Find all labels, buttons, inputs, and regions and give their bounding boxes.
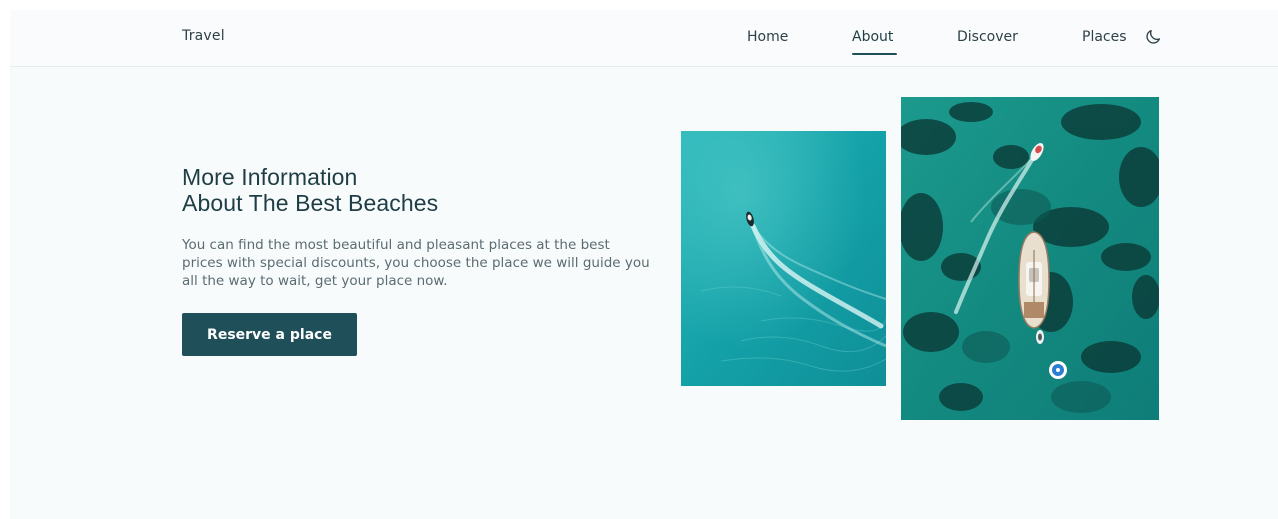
hero-description: You can find the most beautiful and plea… [182,237,650,289]
moon-icon[interactable] [1144,28,1162,46]
hero-title-line2: About The Best Beaches [182,190,439,216]
page: Travel Home About Discover Places More I… [10,10,1278,519]
hero-title: More Information About The Best Beaches [182,164,438,216]
beach-image-large [901,97,1159,420]
hero-title-line1: More Information [182,164,358,190]
nav-about[interactable]: About [852,29,893,45]
beach-image-small [681,131,886,386]
nav-home[interactable]: Home [747,29,788,45]
nav-places[interactable]: Places [1082,29,1127,45]
nav-discover[interactable]: Discover [957,29,1018,45]
nav-active-underline [852,53,897,55]
logo[interactable]: Travel [182,28,225,44]
reserve-button[interactable]: Reserve a place [182,313,357,356]
site-header: Travel Home About Discover Places [10,10,1278,67]
